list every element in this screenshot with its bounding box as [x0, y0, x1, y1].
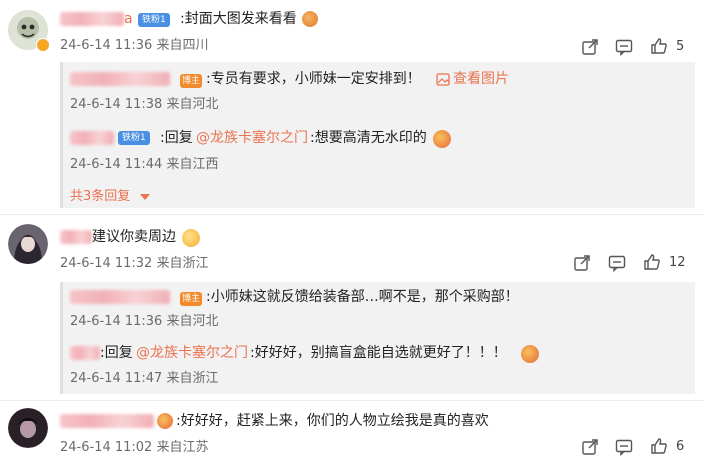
emoji-icon [157, 413, 173, 429]
blogger-badge: 博主 [180, 292, 202, 306]
reply-meta: 24-6-14 11:44 来自江西 [70, 157, 219, 172]
username[interactable] [60, 414, 154, 428]
reply-text: :好好好，别搞盲盒能自选就更好了！！！ [250, 345, 507, 361]
share-icon[interactable] [581, 38, 599, 56]
view-image-link[interactable]: 查看图片 [453, 70, 509, 88]
reply-text: :小师妹这就反馈给装备部…啊不是，那个采购部！ [206, 289, 519, 305]
reply-text: :想要高清无水印的 [310, 130, 427, 146]
comment-icon[interactable] [615, 438, 633, 456]
fan-badge: 铁粉1 [118, 131, 150, 145]
reply-text: :专员有要求，小师妹一定安排到！ [206, 71, 421, 87]
reply-username[interactable] [70, 346, 100, 360]
share-icon[interactable] [573, 254, 591, 272]
mention-link[interactable]: @龙族卡塞尔之门 [136, 344, 248, 362]
username[interactable] [60, 12, 124, 26]
comment-meta: 24-6-14 11:02 来自江苏 [60, 440, 209, 455]
comment-text: :封面大图发来看看 [180, 11, 297, 27]
emoji-icon [433, 130, 451, 148]
reply-username[interactable] [70, 131, 114, 145]
comment-icon[interactable] [615, 38, 633, 56]
comment-text: 建议你卖周边 [92, 229, 176, 245]
like-count: 5 [676, 39, 685, 54]
like-icon[interactable] [650, 437, 668, 455]
like-count: 6 [676, 439, 685, 454]
more-replies-link[interactable]: 共3条回复 [70, 188, 130, 206]
comment-icon[interactable] [608, 254, 626, 272]
reply-prefix: :回复 [100, 345, 133, 361]
divider [0, 400, 704, 401]
verified-icon [36, 38, 50, 52]
reply-username[interactable] [70, 72, 170, 86]
share-icon[interactable] [581, 438, 599, 456]
like-icon[interactable] [650, 37, 668, 55]
reply-meta: 24-6-14 11:38 来自河北 [70, 97, 219, 112]
emoji-icon [302, 11, 318, 27]
reply-meta: 24-6-14 11:47 来自浙江 [70, 371, 219, 386]
comment-text: :好好好，赶紧上来，你们的人物立绘我是真的喜欢 [176, 413, 489, 429]
blogger-badge: 博主 [180, 74, 202, 88]
mention-link[interactable]: @龙族卡塞尔之门 [196, 129, 308, 147]
comment-meta: 24-6-14 11:36 来自四川 [60, 38, 209, 53]
reply-meta: 24-6-14 11:36 来自河北 [70, 314, 219, 329]
caret-down-icon[interactable] [140, 194, 150, 201]
avatar[interactable] [8, 408, 48, 448]
emoji-icon [182, 229, 200, 247]
like-icon[interactable] [643, 253, 661, 271]
username[interactable] [60, 230, 92, 244]
divider [0, 214, 704, 215]
fan-badge: 铁粉1 [138, 13, 170, 27]
reply-username[interactable] [70, 290, 170, 304]
comment-meta: 24-6-14 11:32 来自浙江 [60, 256, 209, 271]
avatar[interactable] [8, 224, 48, 264]
username-fragment[interactable]: a [124, 10, 133, 28]
like-count: 12 [669, 255, 686, 270]
image-icon[interactable] [436, 73, 450, 86]
emoji-icon [521, 345, 539, 363]
reply-prefix: :回复 [160, 130, 193, 146]
